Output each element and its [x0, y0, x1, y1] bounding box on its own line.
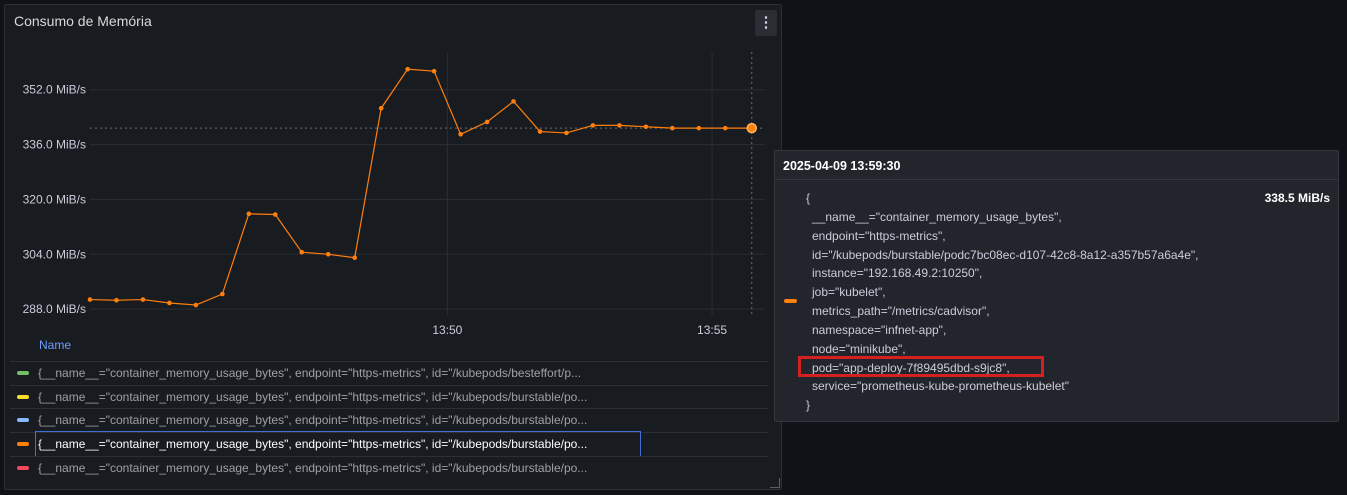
- legend-item[interactable]: {__name__="container_memory_usage_bytes"…: [10, 456, 768, 478]
- data-point[interactable]: [564, 130, 569, 136]
- tooltip-label-line: {: [806, 191, 811, 205]
- tooltip-label-line: node="minikube",: [812, 342, 906, 356]
- legend-swatch: [17, 418, 29, 422]
- tooltip-value: 338.5 MiB/s: [1264, 191, 1330, 205]
- data-point[interactable]: [325, 251, 331, 257]
- data-point[interactable]: [405, 66, 410, 72]
- data-point[interactable]: [87, 297, 93, 302]
- legend-swatch: [17, 466, 29, 470]
- series-line: [89, 68, 752, 306]
- data-point[interactable]: [140, 297, 146, 302]
- tooltip-divider: [775, 179, 1338, 180]
- data-point[interactable]: [193, 302, 199, 308]
- data-point[interactable]: [537, 129, 543, 134]
- data-point[interactable]: [458, 131, 463, 137]
- data-point[interactable]: [722, 125, 728, 131]
- tooltip-label-line: instance="192.168.49.2:10250",: [812, 266, 983, 280]
- data-point[interactable]: [299, 249, 305, 255]
- data-point[interactable]: [484, 119, 490, 125]
- data-point[interactable]: [114, 297, 119, 303]
- tooltip-timestamp: 2025-04-09 13:59:30: [783, 159, 901, 173]
- memory-chart[interactable]: 352.0 MiB/s 336.0 MiB/s 320.0 MiB/s 304.0 M…: [0, 0, 790, 340]
- x-tick-label: 13:50: [432, 323, 462, 337]
- data-point[interactable]: [246, 211, 252, 217]
- data-point[interactable]: [643, 124, 649, 130]
- tooltip-label-line: service="prometheus-kube-prometheus-kube…: [812, 379, 1069, 393]
- legend-label: {__name__="container_memory_usage_bytes"…: [38, 413, 588, 427]
- panel-resize-handle[interactable]: [770, 478, 780, 488]
- legend-swatch: [17, 371, 29, 375]
- tooltip-label-line: endpoint="https-metrics",: [812, 229, 946, 243]
- data-point[interactable]: [511, 99, 516, 104]
- legend-label: {__name__="container_memory_usage_bytes"…: [38, 461, 588, 475]
- data-point[interactable]: [167, 300, 172, 306]
- data-point[interactable]: [670, 125, 675, 131]
- y-tick-label: 304.0 MiB/s: [23, 247, 86, 261]
- hover-point: [746, 122, 758, 134]
- legend-item[interactable]: {__name__="container_memory_usage_bytes"…: [10, 385, 768, 407]
- x-tick-label: 13:55: [697, 323, 727, 337]
- legend-header-name[interactable]: Name: [39, 338, 71, 352]
- legend-swatch: [17, 395, 29, 399]
- legend-item-selected[interactable]: {__name__="container_memory_usage_bytes"…: [10, 431, 768, 457]
- legend-item[interactable]: {__name__="container_memory_usage_bytes"…: [10, 361, 768, 383]
- legend-label: {__name__="container_memory_usage_bytes"…: [38, 437, 588, 451]
- legend-label: {__name__="container_memory_usage_bytes"…: [38, 390, 588, 404]
- legend-swatch: [17, 442, 29, 446]
- tooltip-label-line: job="kubelet",: [812, 285, 886, 299]
- tooltip-label-line: }: [806, 398, 811, 412]
- data-point[interactable]: [220, 291, 225, 297]
- data-point[interactable]: [617, 123, 622, 128]
- y-tick-label: 336.0 MiB/s: [23, 138, 86, 152]
- data-point[interactable]: [378, 105, 384, 111]
- tooltip-label-line: metrics_path="/metrics/cadvisor",: [812, 304, 990, 318]
- hover-tooltip: 2025-04-09 13:59:30 338.5 MiB/s { __name…: [774, 150, 1339, 422]
- tooltip-label-line: __name__="container_memory_usage_bytes",: [812, 210, 1062, 224]
- y-tick-label: 288.0 MiB/s: [23, 302, 86, 316]
- data-point[interactable]: [590, 123, 596, 128]
- y-tick-label: 320.0 MiB/s: [23, 192, 86, 206]
- data-point[interactable]: [431, 68, 437, 74]
- legend-label: {__name__="container_memory_usage_bytes"…: [38, 366, 582, 380]
- data-point[interactable]: [696, 125, 702, 131]
- data-point[interactable]: [352, 255, 358, 261]
- tooltip-label-line: id="/kubepods/burstable/podc7bc08ec-d107…: [812, 248, 1199, 262]
- legend-item[interactable]: {__name__="container_memory_usage_bytes"…: [10, 408, 768, 430]
- y-tick-label: 352.0 MiB/s: [23, 83, 86, 97]
- pod-highlight-box: [798, 356, 1044, 377]
- data-point[interactable]: [272, 212, 278, 217]
- tooltip-label-line: namespace="infnet-app",: [812, 323, 947, 337]
- tooltip-series-swatch: [784, 299, 797, 303]
